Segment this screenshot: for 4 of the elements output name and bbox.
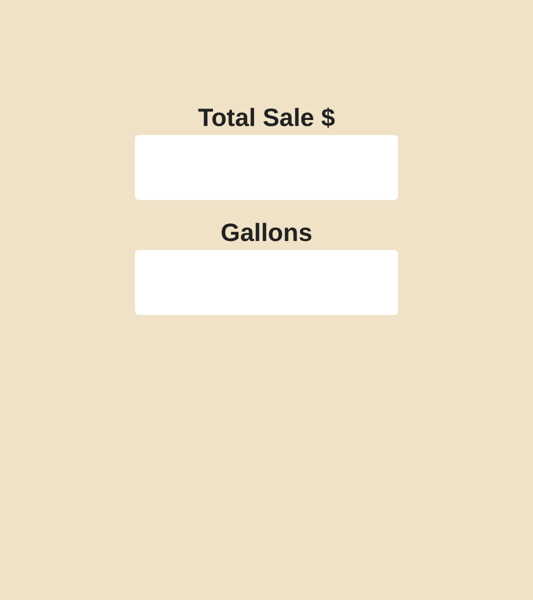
field-label: Gallons xyxy=(220,218,312,248)
input-field[interactable] xyxy=(135,135,398,200)
field-label: Total Sale $ xyxy=(198,103,336,133)
input-field[interactable] xyxy=(135,250,398,315)
